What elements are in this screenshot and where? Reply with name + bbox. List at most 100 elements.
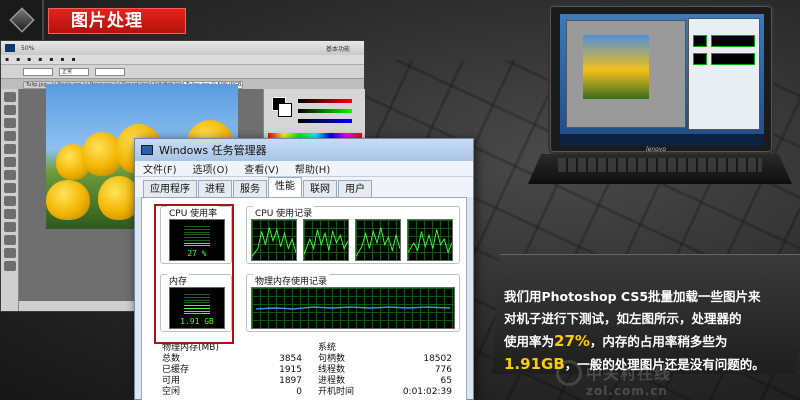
memory-history-group: 物理内存使用记录 (246, 274, 460, 332)
stat-value: 0 (296, 387, 302, 397)
stat-value: 3854 (279, 354, 302, 364)
ps-zoom-field[interactable]: 50% (21, 45, 34, 52)
stat-value: 0:01:02:39 (402, 387, 452, 397)
laptop-screen-task-manager (688, 18, 760, 130)
marquee-tool-icon[interactable] (4, 105, 16, 115)
photoshop-menubar: ▪ ▪ ▪ ▪ ▪ ▪ ▪ (1, 55, 364, 65)
stat-row: 总数 3854 (162, 354, 302, 365)
ps-menu-item[interactable]: ▪ (27, 56, 31, 63)
caption-text-segment: 使用率为 (504, 334, 555, 349)
photoshop-titlebar: 50% 基本功能 (1, 41, 364, 55)
watermark-site: zol.com.cn (586, 384, 668, 398)
hand-tool-icon[interactable] (4, 248, 16, 258)
stat-row: 线程数 776 (318, 365, 452, 376)
green-slider[interactable] (298, 109, 352, 113)
stat-value: 1915 (279, 365, 302, 375)
caption-text-segment: ，内存的占用率稍多些为 (589, 334, 728, 349)
ps-menu-item[interactable]: ▪ (49, 56, 53, 63)
task-manager-icon (141, 145, 153, 155)
highlight-frame (154, 204, 234, 344)
stat-label: 进程数 (318, 376, 346, 386)
watermark-logo-icon (556, 360, 582, 386)
laptop-screen (560, 14, 764, 146)
ps-menu-item[interactable]: ▪ (71, 56, 75, 63)
cpu-core-1-graph (251, 219, 297, 261)
stat-value: 18502 (423, 354, 452, 364)
lasso-tool-icon[interactable] (4, 118, 16, 128)
cpu-core-2-graph (303, 219, 349, 261)
blue-slider[interactable] (298, 119, 352, 123)
laptop-photo: lenovo (548, 4, 774, 154)
task-manager-tabs: 应用程序 进程 服务 性能 联网 用户 (135, 177, 473, 197)
menu-options[interactable]: 选项(O) (193, 161, 229, 176)
tab-users[interactable]: 用户 (338, 180, 372, 197)
watermark-name: 中关村在线 (586, 364, 672, 383)
ps-option-field[interactable] (95, 67, 125, 76)
caption-line-2: 对机子进行下测试，如左图所示，处理器的 (504, 311, 742, 326)
stat-label: 总数 (162, 354, 181, 364)
tab-processes[interactable]: 进程 (198, 180, 232, 197)
watermark: 中关村在线 zol.com.cn (586, 360, 671, 398)
gradient-tool-icon[interactable] (4, 209, 16, 219)
caption-line-1: 我们用Photoshop CS5批量加载一些图片来 (504, 289, 761, 304)
laptop-base (528, 154, 792, 184)
ps-menu-item[interactable]: ▪ (5, 56, 9, 63)
memory-history-graph (251, 287, 455, 329)
stat-label: 可用 (162, 376, 181, 386)
background-color-swatch[interactable] (278, 103, 292, 117)
stat-row: 进程数 65 (318, 376, 452, 387)
menu-help[interactable]: 帮助(H) (295, 161, 330, 176)
tab-services[interactable]: 服务 (233, 180, 267, 197)
brush-tool-icon[interactable] (4, 170, 16, 180)
window-title: Windows 任务管理器 (159, 144, 267, 157)
zoom-tool-icon[interactable] (4, 261, 16, 271)
ps-logo (5, 44, 15, 52)
stat-value: 65 (440, 376, 452, 386)
ps-menu-item[interactable]: ▪ (60, 56, 64, 63)
ps-mode-select[interactable]: 正常 (59, 67, 89, 76)
pen-tool-icon[interactable] (4, 222, 16, 232)
tab-applications[interactable]: 应用程序 (143, 180, 197, 197)
menu-file[interactable]: 文件(F) (143, 161, 177, 176)
memory-history-label: 物理内存使用记录 (253, 274, 330, 287)
stat-value: 1897 (279, 376, 302, 386)
photoshop-toolbox (1, 89, 19, 311)
stat-row: 空闲 0 (162, 387, 302, 398)
cpu-history-label: CPU 使用记录 (253, 206, 315, 219)
move-tool-icon[interactable] (4, 92, 16, 102)
caption-line-3: 使用率为27%，内存的占用率稍多些为 (504, 330, 794, 353)
ps-option-field[interactable] (23, 67, 53, 76)
task-manager-titlebar: Windows 任务管理器 (135, 139, 473, 161)
stat-label: 句柄数 (318, 354, 346, 364)
tab-performance[interactable]: 性能 (268, 177, 302, 197)
stat-value: 776 (434, 365, 452, 375)
stat-label: 开机时间 (318, 387, 355, 397)
stat-row: 开机时间 0:01:02:39 (318, 387, 452, 398)
eraser-tool-icon[interactable] (4, 196, 16, 206)
ps-menu-item[interactable]: ▪ (16, 56, 20, 63)
laptop-taskbar (560, 134, 764, 146)
system-stats: 系统 句柄数 18502 线程数 776 进程数 65 开机时间 0:01:02:39 (318, 342, 452, 398)
stamp-tool-icon[interactable] (4, 183, 16, 193)
ps-menu-item[interactable]: ▪ (38, 56, 42, 63)
system-header: 系统 (318, 343, 337, 353)
menu-view[interactable]: 查看(V) (244, 161, 279, 176)
stat-label: 线程数 (318, 365, 346, 375)
stat-row: 句柄数 18502 (318, 354, 452, 365)
site-logo (0, 0, 44, 40)
cube-icon (9, 7, 35, 33)
stat-label: 已缓存 (162, 365, 190, 375)
ps-workspace[interactable]: 基本功能 (326, 44, 350, 53)
tab-networking[interactable]: 联网 (303, 180, 337, 197)
cpu-highlight: 27% (554, 332, 590, 350)
cpu-core-3-graph (355, 219, 401, 261)
eyedropper-tool-icon[interactable] (4, 157, 16, 167)
crop-tool-icon[interactable] (4, 144, 16, 154)
red-slider[interactable] (298, 99, 352, 103)
task-manager-menubar: 文件(F) 选项(O) 查看(V) 帮助(H) (135, 161, 473, 177)
wand-tool-icon[interactable] (4, 131, 16, 141)
cpu-core-4-graph (407, 219, 453, 261)
laptop-brand: lenovo (646, 146, 667, 153)
stat-row: 已缓存 1915 (162, 365, 302, 376)
text-tool-icon[interactable] (4, 235, 16, 245)
